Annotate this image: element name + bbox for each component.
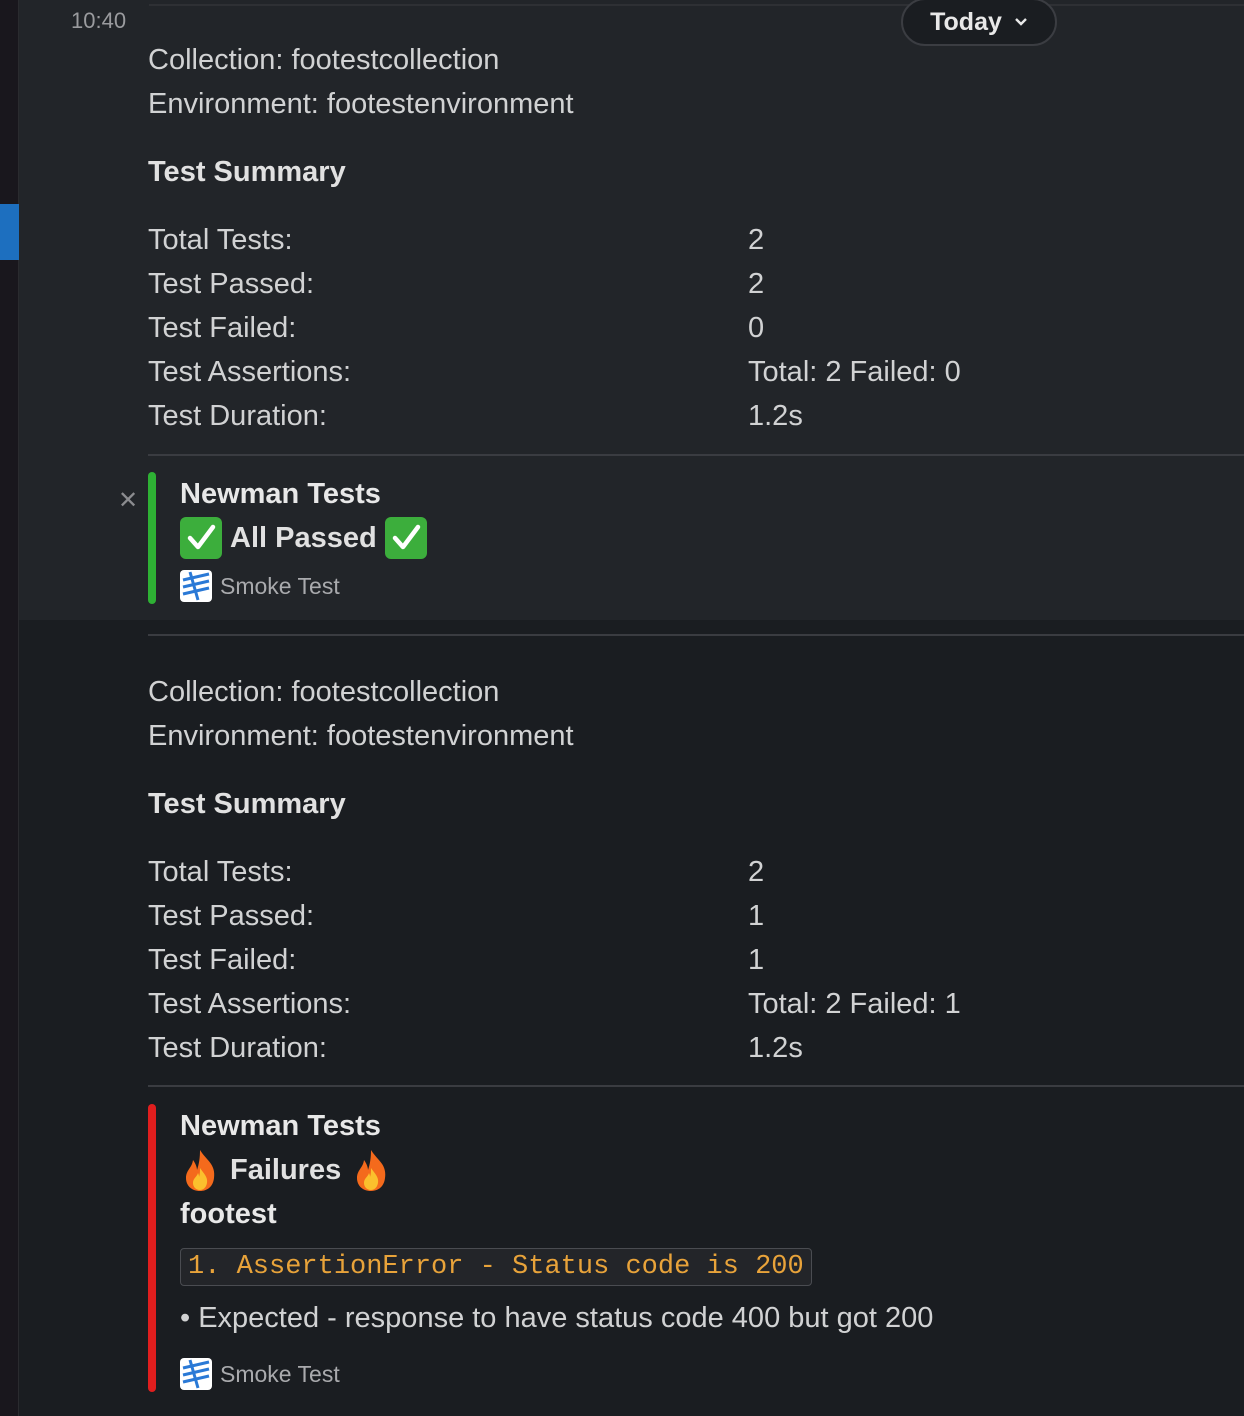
footer-text: Smoke Test [220,572,340,599]
fire-icon [351,1148,391,1192]
attachment-color-bar [148,472,156,604]
attachment-title: Newman Tests [180,1110,381,1142]
check-mark-icon [384,517,427,559]
check-mark-icon [180,517,222,559]
message-1[interactable]: 10:40 Today Collection: footestcollectio… [19,0,1244,620]
divider [148,634,1244,636]
attachment-status: Failures [180,1148,391,1192]
row-label: Test Assertions: [148,356,352,388]
collection-text: Collection: footestcollection [148,676,500,708]
attachment-footer: Smoke Test [180,1358,340,1390]
divider [148,454,1244,456]
sidebar-active-indicator[interactable] [0,204,20,260]
row-label: Test Passed: [148,268,315,300]
row-label: Test Duration: [148,400,327,432]
footer-text: Smoke Test [220,1360,340,1387]
row-label: Test Assertions: [148,988,352,1020]
attachment-footer: Smoke Test [180,570,340,602]
today-label: Today [930,7,1002,36]
row-value: 0 [748,312,765,344]
row-label: Total Tests: [148,856,293,888]
row-value: 2 [748,224,765,256]
row-label: Test Passed: [148,900,315,932]
row-label: Test Duration: [148,1032,327,1064]
test-name: footest [180,1198,277,1230]
status-text: Failures [230,1153,342,1186]
error-code-block: 1. AssertionError - Status code is 200 [180,1248,812,1286]
row-value: 1 [748,944,765,976]
message-pane: 10:40 Today Collection: footestcollectio… [19,0,1244,1416]
app-icon [180,1358,212,1390]
row-label: Total Tests: [148,224,293,256]
attachment-color-bar [148,1104,156,1392]
app-icon [180,570,212,602]
error-detail: • Expected - response to have status cod… [180,1302,934,1334]
status-text: All Passed [230,521,377,554]
row-label: Test Failed: [148,944,297,976]
attachment-status: All Passed [180,517,427,559]
close-icon[interactable]: ✕ [118,486,138,515]
message-timestamp[interactable]: 10:40 [71,8,126,34]
row-value: 2 [748,856,765,888]
fire-icon [180,1148,220,1192]
divider-top [149,4,1244,6]
summary-title: Test Summary [148,788,346,820]
divider [148,1085,1244,1087]
summary-title: Test Summary [148,156,346,188]
row-value: Total: 2 Failed: 0 [748,356,961,388]
date-jump-button[interactable]: Today [901,0,1057,46]
row-value: 1 [748,900,765,932]
collection-text: Collection: footestcollection [148,44,500,76]
chevron-down-icon [1014,14,1028,32]
row-value: 1.2s [748,400,803,432]
row-value: 1.2s [748,1032,803,1064]
environment-text: Environment: footestenvironment [148,88,574,120]
row-label: Test Failed: [148,312,297,344]
attachment-title: Newman Tests [180,478,381,510]
row-value: 2 [748,268,765,300]
environment-text: Environment: footestenvironment [148,720,574,752]
row-value: Total: 2 Failed: 1 [748,988,961,1020]
